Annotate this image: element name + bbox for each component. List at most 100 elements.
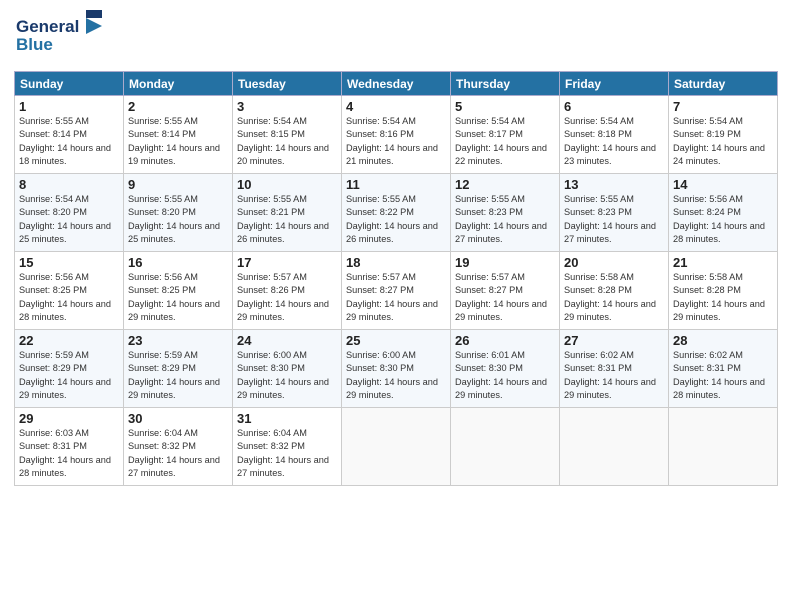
cell-info: Sunrise: 6:02 AMSunset: 8:31 PMDaylight:… (673, 349, 773, 402)
cell-info: Sunrise: 5:55 AMSunset: 8:14 PMDaylight:… (128, 115, 228, 168)
weekday-header-wednesday: Wednesday (342, 72, 451, 96)
day-number: 3 (237, 99, 337, 114)
day-number: 19 (455, 255, 555, 270)
cell-info: Sunrise: 6:04 AMSunset: 8:32 PMDaylight:… (128, 427, 228, 480)
weekday-header-row: SundayMondayTuesdayWednesdayThursdayFrid… (15, 72, 778, 96)
cell-info: Sunrise: 5:54 AMSunset: 8:18 PMDaylight:… (564, 115, 664, 168)
day-number: 29 (19, 411, 119, 426)
calendar-week-2: 8Sunrise: 5:54 AMSunset: 8:20 PMDaylight… (15, 174, 778, 252)
day-number: 23 (128, 333, 228, 348)
day-number: 10 (237, 177, 337, 192)
calendar-cell: 13Sunrise: 5:55 AMSunset: 8:23 PMDayligh… (560, 174, 669, 252)
cell-info: Sunrise: 5:54 AMSunset: 8:16 PMDaylight:… (346, 115, 446, 168)
weekday-header-friday: Friday (560, 72, 669, 96)
calendar-cell: 22Sunrise: 5:59 AMSunset: 8:29 PMDayligh… (15, 330, 124, 408)
cell-info: Sunrise: 6:00 AMSunset: 8:30 PMDaylight:… (346, 349, 446, 402)
calendar-cell: 7Sunrise: 5:54 AMSunset: 8:19 PMDaylight… (669, 96, 778, 174)
calendar-cell: 21Sunrise: 5:58 AMSunset: 8:28 PMDayligh… (669, 252, 778, 330)
weekday-header-tuesday: Tuesday (233, 72, 342, 96)
day-number: 24 (237, 333, 337, 348)
calendar-cell: 5Sunrise: 5:54 AMSunset: 8:17 PMDaylight… (451, 96, 560, 174)
cell-info: Sunrise: 5:54 AMSunset: 8:17 PMDaylight:… (455, 115, 555, 168)
calendar-cell: 26Sunrise: 6:01 AMSunset: 8:30 PMDayligh… (451, 330, 560, 408)
calendar-week-3: 15Sunrise: 5:56 AMSunset: 8:25 PMDayligh… (15, 252, 778, 330)
cell-info: Sunrise: 5:57 AMSunset: 8:27 PMDaylight:… (346, 271, 446, 324)
logo-text: General Blue (14, 10, 104, 65)
calendar-cell: 1Sunrise: 5:55 AMSunset: 8:14 PMDaylight… (15, 96, 124, 174)
calendar-week-5: 29Sunrise: 6:03 AMSunset: 8:31 PMDayligh… (15, 408, 778, 486)
calendar-table: SundayMondayTuesdayWednesdayThursdayFrid… (14, 71, 778, 486)
day-number: 15 (19, 255, 119, 270)
cell-info: Sunrise: 5:54 AMSunset: 8:20 PMDaylight:… (19, 193, 119, 246)
svg-text:Blue: Blue (16, 35, 53, 54)
calendar-cell: 10Sunrise: 5:55 AMSunset: 8:21 PMDayligh… (233, 174, 342, 252)
day-number: 28 (673, 333, 773, 348)
day-number: 25 (346, 333, 446, 348)
cell-info: Sunrise: 6:02 AMSunset: 8:31 PMDaylight:… (564, 349, 664, 402)
calendar-cell: 2Sunrise: 5:55 AMSunset: 8:14 PMDaylight… (124, 96, 233, 174)
cell-info: Sunrise: 5:55 AMSunset: 8:20 PMDaylight:… (128, 193, 228, 246)
cell-info: Sunrise: 5:59 AMSunset: 8:29 PMDaylight:… (19, 349, 119, 402)
cell-info: Sunrise: 6:03 AMSunset: 8:31 PMDaylight:… (19, 427, 119, 480)
calendar-cell: 11Sunrise: 5:55 AMSunset: 8:22 PMDayligh… (342, 174, 451, 252)
calendar-cell (342, 408, 451, 486)
weekday-header-saturday: Saturday (669, 72, 778, 96)
calendar-week-4: 22Sunrise: 5:59 AMSunset: 8:29 PMDayligh… (15, 330, 778, 408)
day-number: 9 (128, 177, 228, 192)
cell-info: Sunrise: 5:59 AMSunset: 8:29 PMDaylight:… (128, 349, 228, 402)
cell-info: Sunrise: 5:55 AMSunset: 8:23 PMDaylight:… (455, 193, 555, 246)
calendar-cell: 9Sunrise: 5:55 AMSunset: 8:20 PMDaylight… (124, 174, 233, 252)
calendar-cell: 18Sunrise: 5:57 AMSunset: 8:27 PMDayligh… (342, 252, 451, 330)
cell-info: Sunrise: 5:58 AMSunset: 8:28 PMDaylight:… (673, 271, 773, 324)
day-number: 1 (19, 99, 119, 114)
calendar-cell (560, 408, 669, 486)
calendar-cell: 19Sunrise: 5:57 AMSunset: 8:27 PMDayligh… (451, 252, 560, 330)
calendar-cell: 8Sunrise: 5:54 AMSunset: 8:20 PMDaylight… (15, 174, 124, 252)
header: General Blue (14, 10, 778, 65)
cell-info: Sunrise: 5:54 AMSunset: 8:15 PMDaylight:… (237, 115, 337, 168)
day-number: 11 (346, 177, 446, 192)
cell-info: Sunrise: 5:55 AMSunset: 8:14 PMDaylight:… (19, 115, 119, 168)
weekday-header-sunday: Sunday (15, 72, 124, 96)
cell-info: Sunrise: 5:56 AMSunset: 8:25 PMDaylight:… (128, 271, 228, 324)
calendar-cell: 31Sunrise: 6:04 AMSunset: 8:32 PMDayligh… (233, 408, 342, 486)
day-number: 4 (346, 99, 446, 114)
day-number: 27 (564, 333, 664, 348)
calendar-cell: 14Sunrise: 5:56 AMSunset: 8:24 PMDayligh… (669, 174, 778, 252)
calendar-week-1: 1Sunrise: 5:55 AMSunset: 8:14 PMDaylight… (15, 96, 778, 174)
calendar-cell: 29Sunrise: 6:03 AMSunset: 8:31 PMDayligh… (15, 408, 124, 486)
cell-info: Sunrise: 5:55 AMSunset: 8:21 PMDaylight:… (237, 193, 337, 246)
cell-info: Sunrise: 5:57 AMSunset: 8:27 PMDaylight:… (455, 271, 555, 324)
day-number: 26 (455, 333, 555, 348)
weekday-header-thursday: Thursday (451, 72, 560, 96)
day-number: 20 (564, 255, 664, 270)
day-number: 7 (673, 99, 773, 114)
day-number: 30 (128, 411, 228, 426)
weekday-header-monday: Monday (124, 72, 233, 96)
calendar-cell: 30Sunrise: 6:04 AMSunset: 8:32 PMDayligh… (124, 408, 233, 486)
cell-info: Sunrise: 6:04 AMSunset: 8:32 PMDaylight:… (237, 427, 337, 480)
calendar-cell (451, 408, 560, 486)
logo-icon: General Blue (14, 10, 104, 60)
calendar-cell (669, 408, 778, 486)
calendar-cell: 20Sunrise: 5:58 AMSunset: 8:28 PMDayligh… (560, 252, 669, 330)
cell-info: Sunrise: 5:55 AMSunset: 8:22 PMDaylight:… (346, 193, 446, 246)
day-number: 14 (673, 177, 773, 192)
cell-info: Sunrise: 5:56 AMSunset: 8:25 PMDaylight:… (19, 271, 119, 324)
day-number: 2 (128, 99, 228, 114)
cell-info: Sunrise: 6:01 AMSunset: 8:30 PMDaylight:… (455, 349, 555, 402)
calendar-cell: 3Sunrise: 5:54 AMSunset: 8:15 PMDaylight… (233, 96, 342, 174)
cell-info: Sunrise: 5:55 AMSunset: 8:23 PMDaylight:… (564, 193, 664, 246)
day-number: 8 (19, 177, 119, 192)
calendar-cell: 6Sunrise: 5:54 AMSunset: 8:18 PMDaylight… (560, 96, 669, 174)
day-number: 5 (455, 99, 555, 114)
page-container: General Blue SundayMondayTuesdayWednesda… (0, 0, 792, 494)
logo: General Blue (14, 10, 104, 65)
day-number: 21 (673, 255, 773, 270)
day-number: 16 (128, 255, 228, 270)
day-number: 22 (19, 333, 119, 348)
calendar-cell: 4Sunrise: 5:54 AMSunset: 8:16 PMDaylight… (342, 96, 451, 174)
day-number: 18 (346, 255, 446, 270)
calendar-cell: 27Sunrise: 6:02 AMSunset: 8:31 PMDayligh… (560, 330, 669, 408)
day-number: 6 (564, 99, 664, 114)
